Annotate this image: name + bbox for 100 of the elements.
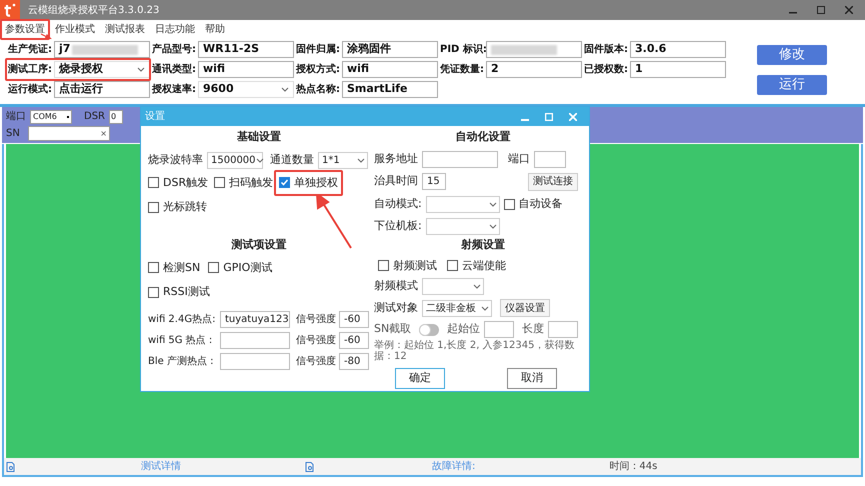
field-label: 测试工序: bbox=[8, 62, 53, 77]
hotspot-label: Ble 产测热点 : bbox=[148, 354, 215, 368]
checkbox[interactable]: 云端使能 bbox=[447, 258, 506, 274]
sn-label: SN bbox=[6, 127, 21, 141]
document-search-icon[interactable] bbox=[6, 462, 15, 472]
server-address-label: 服务地址 bbox=[374, 150, 418, 167]
field-label: 热点名称: bbox=[296, 82, 341, 97]
signal-strength-label: 信号强度 bbox=[296, 334, 336, 348]
dropdown[interactable]: 9600 bbox=[198, 81, 294, 98]
section-heading: 射频设置 bbox=[460, 237, 506, 253]
field-label: 固件归属: bbox=[296, 42, 341, 57]
action-button[interactable]: 运行 bbox=[757, 75, 827, 95]
close-icon[interactable] bbox=[845, 6, 853, 14]
dsr-label: DSR bbox=[84, 110, 105, 124]
menu-item[interactable]: 测试报表 bbox=[100, 18, 150, 40]
input-field[interactable] bbox=[484, 321, 514, 338]
dropdown[interactable] bbox=[426, 218, 500, 234]
checkbox[interactable]: 射频测试 bbox=[378, 258, 437, 274]
caret-icon bbox=[473, 284, 481, 289]
input-field[interactable]: 15 bbox=[422, 173, 446, 190]
rf-mode-label: 射频模式 bbox=[374, 278, 418, 294]
dropdown[interactable] bbox=[422, 278, 484, 295]
input-field[interactable]: -60 bbox=[339, 310, 369, 328]
dropdown[interactable]: 二级非金板 bbox=[422, 300, 492, 316]
toggle-switch[interactable] bbox=[419, 324, 440, 336]
input-field[interactable]: wifi bbox=[342, 61, 438, 78]
caret-icon bbox=[256, 158, 264, 162]
dialog-button[interactable]: 确定 bbox=[395, 368, 445, 389]
input-field[interactable]: wifi bbox=[198, 61, 294, 78]
fixture-time-label: 治具时间 bbox=[374, 173, 418, 190]
start-position-label: 起始位 bbox=[447, 321, 480, 338]
input-field[interactable] bbox=[534, 150, 566, 168]
input-field[interactable]: 0 bbox=[109, 110, 123, 124]
test-connection-button[interactable]: 测试连接 bbox=[528, 172, 578, 190]
baud-rate-label: 烧录波特率 bbox=[148, 152, 203, 168]
checkbox[interactable]: 光标跳转 bbox=[148, 199, 207, 216]
check-icon bbox=[280, 178, 290, 188]
input-field[interactable]: -60 bbox=[339, 332, 369, 348]
input-field[interactable]: 2 bbox=[486, 61, 582, 78]
input-field[interactable] bbox=[486, 41, 582, 58]
field-label: 运行模式: bbox=[8, 82, 53, 97]
field-label: PID 标识: bbox=[440, 42, 486, 57]
action-button[interactable]: 修改 bbox=[757, 45, 827, 65]
field-label: 授权速率: bbox=[152, 82, 197, 97]
input-field[interactable]: tuyatuya123 bbox=[220, 310, 290, 328]
auto-mode-label: 自动模式: bbox=[374, 196, 422, 212]
annotation-arrow bbox=[40, 33, 52, 39]
field-label: 已授权数: bbox=[584, 62, 629, 77]
instrument-settings-button[interactable]: 仪器设置 bbox=[500, 299, 550, 317]
dialog-button[interactable]: 取消 bbox=[507, 368, 557, 389]
checkbox[interactable]: 单独授权 bbox=[279, 174, 338, 191]
dropdown[interactable]: 1500000 bbox=[207, 152, 263, 168]
caret-icon bbox=[488, 202, 497, 206]
port-label: 端口 bbox=[508, 150, 530, 167]
checkbox[interactable]: GPIO测试 bbox=[208, 260, 272, 276]
checkbox[interactable]: DSR触发 bbox=[148, 174, 208, 191]
input-field[interactable]: SmartLife bbox=[342, 81, 438, 98]
signal-strength-label: 信号强度 bbox=[296, 312, 336, 326]
field-label: 凭证数量: bbox=[440, 62, 485, 77]
input-field[interactable]: 点击运行 bbox=[54, 81, 150, 98]
field-label: 授权方式: bbox=[296, 62, 341, 77]
length-label: 长度 bbox=[522, 321, 544, 338]
input-field[interactable]: j7 bbox=[54, 41, 150, 58]
caret-icon bbox=[481, 306, 489, 310]
section-heading: 自动化设置 bbox=[454, 129, 512, 145]
menu-item[interactable]: 作业模式 bbox=[50, 18, 100, 40]
input-field[interactable] bbox=[220, 352, 290, 370]
field-label: 固件版本: bbox=[584, 42, 629, 57]
dropdown[interactable] bbox=[426, 196, 500, 212]
input-field[interactable]: -80 bbox=[339, 352, 369, 370]
input-field[interactable]: 涂鸦固件 bbox=[342, 41, 438, 58]
document-search-icon[interactable] bbox=[305, 462, 314, 472]
caret-icon bbox=[488, 224, 497, 228]
checkbox[interactable]: 扫码触发 bbox=[214, 174, 274, 191]
example-note: 举例：起始位 1,长度 2, 入参12345，获得数据：12 bbox=[374, 340, 576, 362]
menu-item[interactable]: 参数设置 bbox=[0, 18, 50, 40]
maximize-icon[interactable] bbox=[817, 6, 825, 14]
menu-item[interactable]: 日志功能 bbox=[150, 18, 200, 40]
dropdown[interactable]: COM6 bbox=[30, 110, 72, 124]
clear-button[interactable]: × bbox=[100, 128, 107, 140]
checkbox[interactable]: 自动设备 bbox=[504, 196, 563, 212]
hotspot-label: wifi 2.4G热点: bbox=[148, 312, 216, 326]
app-logo-icon bbox=[0, 0, 20, 20]
checkbox[interactable]: RSSI测试 bbox=[148, 284, 370, 300]
board-label: 下位机板: bbox=[374, 218, 422, 234]
channel-count-label: 通道数量 bbox=[270, 152, 314, 168]
checkbox[interactable]: 检测SN bbox=[148, 260, 200, 276]
dropdown[interactable]: 烧录授权 bbox=[54, 61, 150, 78]
field-label: 产品型号: bbox=[152, 42, 197, 57]
menu-item[interactable]: 帮助 bbox=[200, 18, 230, 40]
input-field[interactable]: WR11-2S bbox=[198, 41, 294, 58]
input-field[interactable] bbox=[220, 332, 290, 348]
dialog-title: 设置 bbox=[145, 110, 165, 124]
dropdown[interactable]: 1*1 bbox=[318, 152, 368, 168]
input-field[interactable] bbox=[422, 150, 498, 168]
input-field[interactable]: × bbox=[28, 126, 110, 141]
input-field[interactable]: 3.0.6 bbox=[630, 41, 726, 58]
input-field[interactable] bbox=[548, 321, 578, 338]
caret-icon bbox=[281, 87, 289, 92]
input-field[interactable]: 1 bbox=[630, 61, 726, 78]
